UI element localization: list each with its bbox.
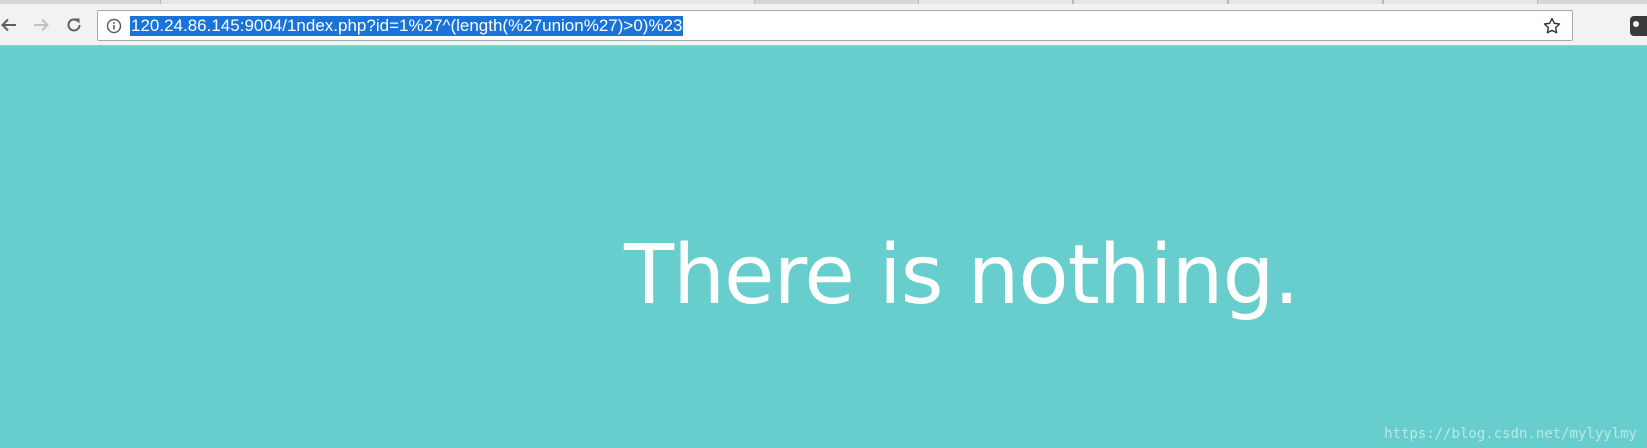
page-content: There is nothing. https://blog.csdn.net/…: [0, 47, 1647, 448]
page-message: There is nothing.: [624, 228, 1300, 323]
back-button[interactable]: [0, 10, 24, 40]
browser-toolbar: 120.24.86.145:9004/1ndex.php?id=1%27^(le…: [0, 4, 1647, 46]
reload-icon: [67, 18, 81, 32]
extension-icon[interactable]: [1630, 16, 1647, 36]
star-icon[interactable]: [1542, 16, 1562, 36]
reload-button[interactable]: [59, 10, 89, 40]
forward-arrow-icon: [34, 18, 49, 32]
back-arrow-icon: [1, 18, 16, 32]
forward-button[interactable]: [26, 10, 56, 40]
url-text[interactable]: 120.24.86.145:9004/1ndex.php?id=1%27^(le…: [130, 16, 684, 36]
info-icon[interactable]: [106, 18, 122, 34]
watermark-text: https://blog.csdn.net/mylyylmy: [1384, 426, 1637, 442]
address-bar[interactable]: 120.24.86.145:9004/1ndex.php?id=1%27^(le…: [97, 10, 1573, 41]
